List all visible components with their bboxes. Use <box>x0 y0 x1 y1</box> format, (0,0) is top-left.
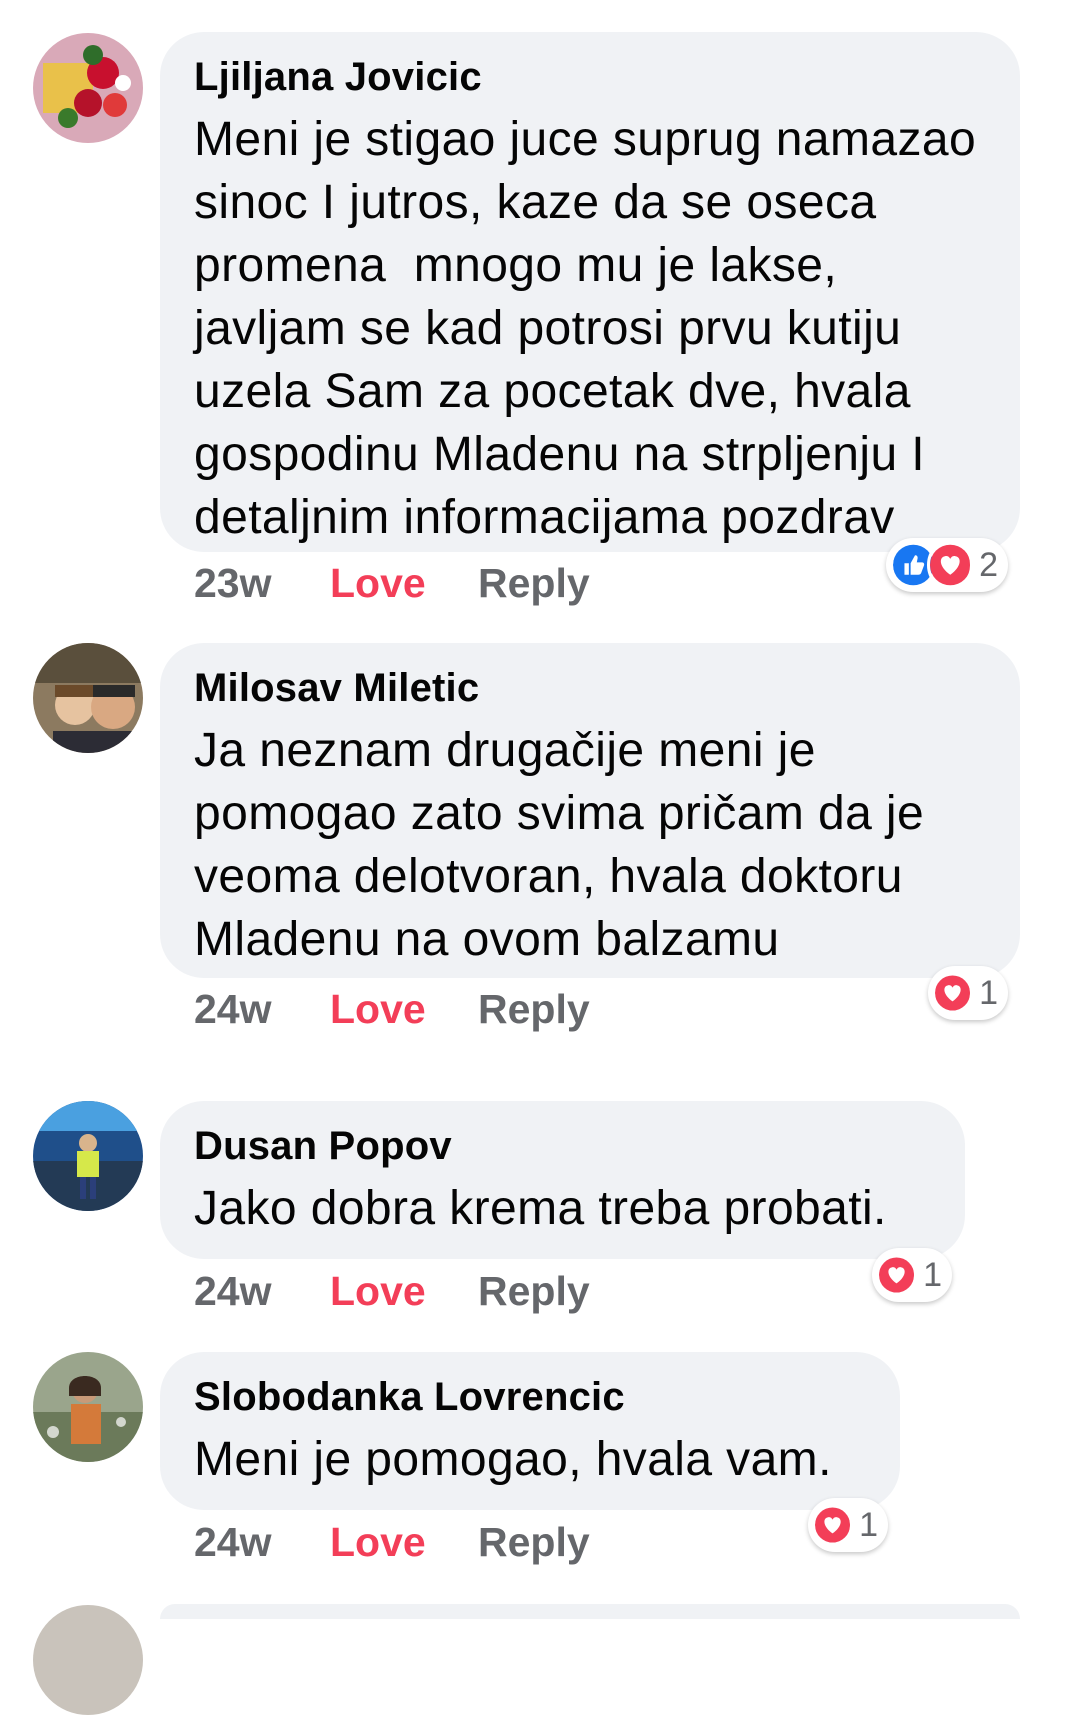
reaction-count: 1 <box>859 1505 878 1544</box>
reply-button[interactable]: Reply <box>478 1518 590 1566</box>
comment-bubble: Slobodanka Lovrencic Meni je pomogao, hv… <box>160 1352 900 1510</box>
love-button[interactable]: Love <box>330 559 478 607</box>
comment-actions: 23w Love Reply <box>194 559 590 607</box>
love-icon <box>932 967 974 1019</box>
comment-author[interactable]: Ljiljana Jovicic <box>194 54 986 100</box>
comment-text: Meni je stigao juce suprug namazao sinoc… <box>194 113 977 544</box>
timestamp[interactable]: 24w <box>194 1267 330 1315</box>
reply-button[interactable]: Reply <box>478 1267 590 1315</box>
love-icon <box>876 1249 918 1301</box>
reply-button[interactable]: Reply <box>478 559 590 607</box>
comment-author[interactable]: Milosav Miletic <box>194 665 986 711</box>
avatar[interactable] <box>33 1101 143 1211</box>
comment-actions: 24w Love Reply <box>194 1518 590 1566</box>
reaction-summary[interactable]: 2 <box>886 538 1008 592</box>
comment-text: Meni je pomogao, hvala vam. <box>194 1433 832 1486</box>
reaction-count: 2 <box>979 545 998 584</box>
comment-text: Ja neznam drugačije meni je pomogao zato… <box>194 724 925 966</box>
avatar-image <box>33 33 143 143</box>
comment-author[interactable]: Slobodanka Lovrencic <box>194 1374 866 1420</box>
reaction-count: 1 <box>923 1255 942 1294</box>
avatar-image <box>33 1352 143 1462</box>
love-icon <box>812 1499 854 1551</box>
love-button[interactable]: Love <box>330 1267 478 1315</box>
reply-button[interactable]: Reply <box>478 985 590 1033</box>
comment-text: Jako dobra krema treba probati. <box>194 1182 887 1235</box>
comment-author[interactable]: Dusan Popov <box>194 1123 931 1169</box>
reaction-count: 1 <box>979 973 998 1012</box>
avatar[interactable] <box>33 1352 143 1462</box>
avatar-image <box>33 1101 143 1211</box>
comment-bubble: Dusan Popov Jako dobra krema treba proba… <box>160 1101 965 1259</box>
avatar[interactable] <box>33 1605 143 1715</box>
love-button[interactable]: Love <box>330 985 478 1033</box>
reaction-summary[interactable]: 1 <box>808 1498 888 1552</box>
comment-bubble <box>160 1604 1020 1619</box>
comment-actions: 24w Love Reply <box>194 985 590 1033</box>
timestamp[interactable]: 23w <box>194 559 330 607</box>
love-button[interactable]: Love <box>330 1518 478 1566</box>
reaction-summary[interactable]: 1 <box>928 966 1008 1020</box>
avatar[interactable] <box>33 33 143 143</box>
avatar-image <box>33 643 143 753</box>
comment-actions: 24w Love Reply <box>194 1267 590 1315</box>
comment-bubble: Milosav Miletic Ja neznam drugačije meni… <box>160 643 1020 978</box>
timestamp[interactable]: 24w <box>194 1518 330 1566</box>
comment-bubble: Ljiljana Jovicic Meni je stigao juce sup… <box>160 32 1020 552</box>
avatar[interactable] <box>33 643 143 753</box>
love-icon <box>926 539 974 591</box>
reaction-summary[interactable]: 1 <box>872 1248 952 1302</box>
timestamp[interactable]: 24w <box>194 985 330 1033</box>
